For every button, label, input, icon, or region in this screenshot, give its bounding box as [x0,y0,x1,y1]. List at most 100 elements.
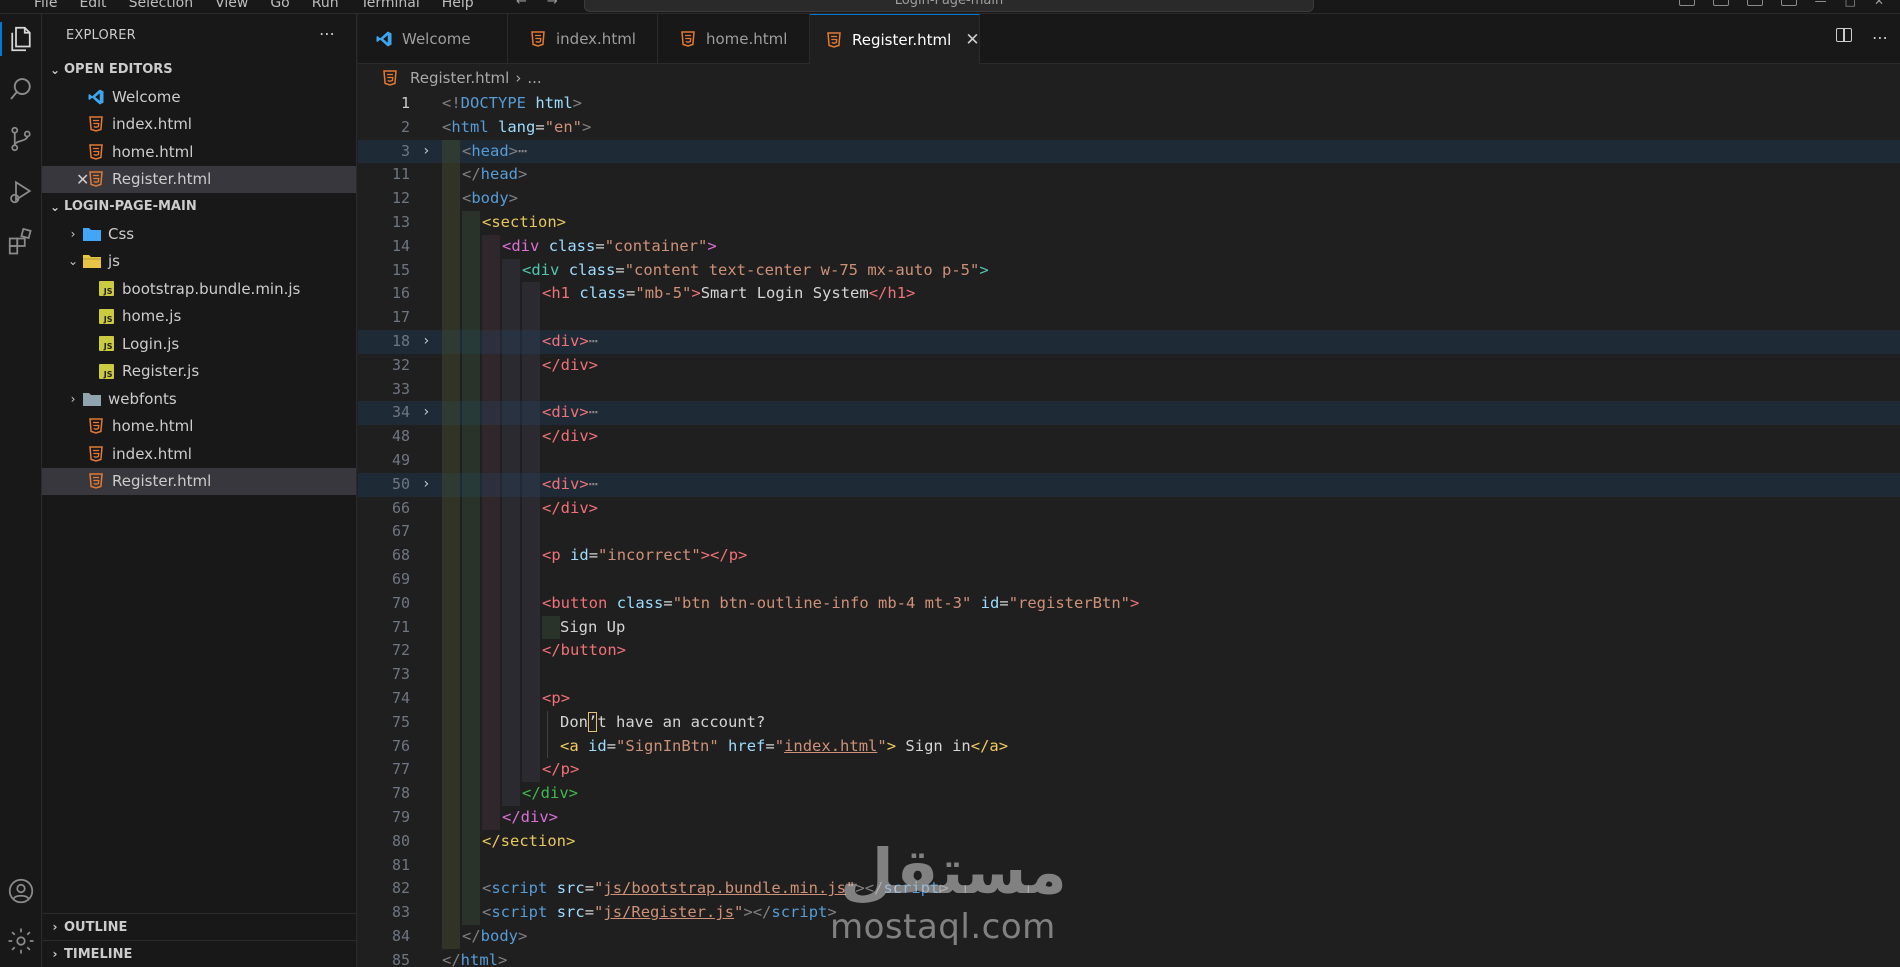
more-actions-icon[interactable]: ⋯ [1872,28,1888,47]
code-line: 74 <p> [358,687,1900,711]
command-center[interactable]: Login-Page-main [584,0,1314,12]
fold-chevron-icon[interactable]: › [422,330,430,354]
tree-item-label: Css [108,224,135,243]
back-arrow-icon[interactable]: ← [516,0,527,9]
tree-file-login-js[interactable]: JS Login.js [42,330,356,358]
open-editor-index-html[interactable]: index.html [42,111,356,139]
toggle-panel-icon[interactable] [1746,0,1763,6]
tab-label: index.html [556,30,636,48]
tree-file-index-html[interactable]: index.html [42,440,356,468]
menu-help[interactable]: Help [442,0,474,11]
fold-chevron-icon[interactable]: › [422,473,430,497]
project-section[interactable]: ⌄ LOGIN-PAGE-MAIN [42,193,356,220]
menu-view[interactable]: View [215,0,248,11]
search-icon[interactable] [0,68,42,110]
explorer-sidebar: EXPLORER ⋯ ⌄ OPEN EDITORS Welcome index.… [42,14,357,967]
open-editors-title: OPEN EDITORS [64,62,173,77]
close-editor-icon[interactable]: ✕ [76,170,89,189]
code-line: 85 </html> [358,949,1900,967]
maximize-icon[interactable]: □ [1845,0,1856,8]
tree-file-bootstrap-js[interactable]: JS bootstrap.bundle.min.js [42,275,356,303]
html-file-icon [86,417,106,435]
code-line: 18 › <div>⋯ [358,330,1900,354]
vscode-icon [86,88,106,106]
tree-folder-css[interactable]: › Css [42,220,356,248]
line-number: 84 [391,927,410,945]
menu-go[interactable]: Go [270,0,289,11]
html-file-icon [678,30,698,48]
tree-item-label: Register.js [122,362,200,381]
tab-label: Register.html [852,30,952,49]
open-editor-label: home.html [112,142,194,161]
account-icon[interactable] [0,870,42,912]
outline-section[interactable]: › OUTLINE [42,913,357,940]
tree-file-home-html[interactable]: home.html [42,413,356,441]
toggle-sidebar-icon[interactable] [1712,0,1729,6]
close-window-icon[interactable]: ✕ [1874,0,1884,8]
tab-welcome[interactable]: Welcome [358,14,508,64]
open-editor-register-html[interactable]: ✕ Register.html [42,165,356,193]
tab-home-html[interactable]: home.html [658,14,810,64]
code-editor[interactable]: 1 <!DOCTYPE html> 2 <html lang="en"> 3 ›… [358,92,1900,967]
fold-chevron-icon[interactable]: › [422,140,430,164]
line-number: 66 [391,498,410,517]
menu-run[interactable]: Run [312,0,339,11]
outline-title: OUTLINE [64,919,128,935]
timeline-section[interactable]: › TIMELINE [42,940,357,967]
code-line: 70 <button class="btn btn-outline-info m… [358,591,1900,616]
more-actions-icon[interactable]: ⋯ [319,24,336,43]
code-text: </button> [542,641,627,660]
menu-terminal[interactable]: Terminal [361,0,420,11]
tree-file-home-js[interactable]: JS home.js [42,303,356,331]
code-text: </section> [482,831,576,850]
tree-file-register-html[interactable]: Register.html [42,467,356,495]
chevron-right-icon: › [70,391,76,406]
code-line: 66 </div> [358,496,1900,521]
extensions-icon[interactable] [0,220,42,262]
line-number: 3 [400,141,410,160]
fold-chevron-icon[interactable]: › [422,401,430,425]
code-text: Don’t have an account? [560,712,766,733]
minimize-icon[interactable]: — [1815,0,1827,8]
menu-file[interactable]: File [34,0,57,11]
explorer-icon[interactable] [0,18,42,60]
menu-selection[interactable]: Selection [129,0,194,11]
close-tab-icon[interactable]: ✕ [965,30,979,50]
menu-edit[interactable]: Edit [79,0,106,11]
forward-arrow-icon[interactable]: → [547,0,558,9]
tree-folder-js[interactable]: ⌄ js [42,248,356,276]
line-number: 12 [391,189,410,208]
layout-icon[interactable] [1678,0,1695,6]
source-control-icon[interactable] [0,118,42,160]
vscode-icon [374,30,394,48]
line-number: 18 [391,332,410,350]
breadcrumb-file[interactable]: Register.html [410,69,509,87]
tree-folder-webfonts[interactable]: › webfonts [42,385,356,413]
toggle-secondary-sidebar-icon[interactable] [1780,0,1797,6]
tree-item-label: bootstrap.bundle.min.js [122,279,301,298]
tab-index-html[interactable]: index.html [508,14,658,64]
line-number: 85 [391,950,410,967]
line-number: 16 [391,284,410,303]
breadcrumb-symbol[interactable]: ... [527,69,541,87]
project-title: LOGIN-PAGE-MAIN [64,199,197,214]
code-line: 83 <script src="js/Register.js"></script… [358,901,1900,925]
line-number: 78 [391,784,410,803]
open-editor-welcome[interactable]: Welcome [42,83,356,111]
tree-file-register-js[interactable]: JS Register.js [42,358,356,386]
code-text: </div> [542,498,599,517]
open-editor-home-html[interactable]: home.html [42,138,356,166]
line-number: 15 [391,260,410,279]
run-debug-icon[interactable] [0,170,42,212]
tab-register-html[interactable]: Register.html ✕ [810,14,980,64]
code-line: 76 <a id="SignInBtn" href="index.html"> … [358,734,1900,759]
code-text: <p id="incorrect"></p> [542,546,748,565]
editor-actions: ⋯ [1836,28,1888,47]
split-editor-icon[interactable] [1836,28,1852,42]
open-editors-section[interactable]: ⌄ OPEN EDITORS [42,56,356,83]
line-number: 80 [391,831,410,850]
settings-gear-icon[interactable] [0,920,42,962]
code-line: 32 </div> [358,353,1900,378]
code-text: Sign Up [560,617,626,636]
html-file-icon [86,472,106,490]
